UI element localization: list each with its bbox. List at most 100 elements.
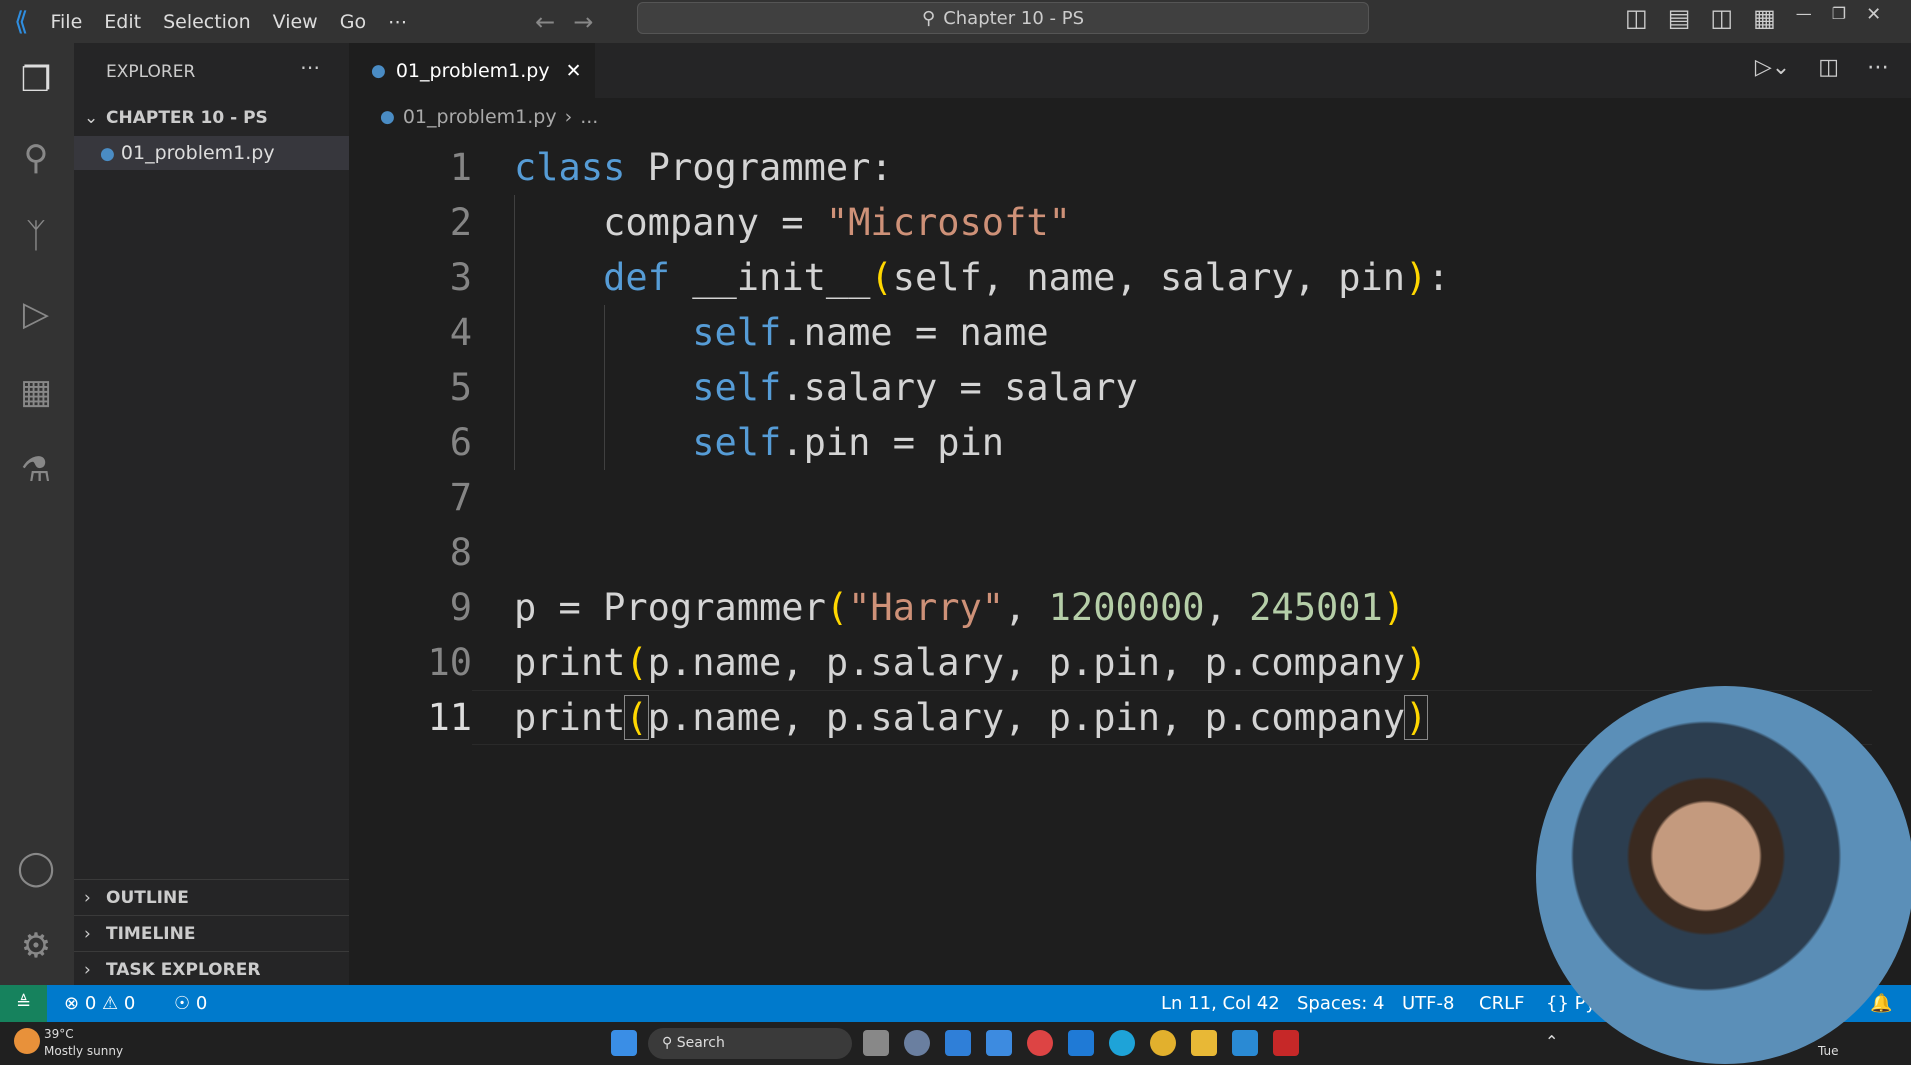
breadcrumb: ● 01_problem1.py › ... <box>380 98 598 136</box>
command-center-search[interactable]: ⚲ Chapter 10 - PS <box>637 2 1369 34</box>
file-explorer-icon[interactable] <box>1191 1030 1217 1056</box>
explorer-icon[interactable]: ❐ <box>14 58 58 102</box>
restore-icon[interactable]: ❐ <box>1832 4 1846 32</box>
vscode-taskbar-icon[interactable] <box>1232 1030 1258 1056</box>
acrobat-icon[interactable] <box>1273 1030 1299 1056</box>
code-line[interactable]: def __init__(self, name, salary, pin): <box>514 250 1450 305</box>
more-actions-icon[interactable]: ⋯ <box>1867 55 1889 80</box>
code-line[interactable]: class Programmer: <box>514 140 893 195</box>
tray-chevron-icon[interactable]: ⌃ <box>1545 1032 1558 1051</box>
folder-name: CHAPTER 10 - PS <box>106 108 268 128</box>
close-icon[interactable]: ✕ <box>566 60 582 82</box>
folder-header[interactable]: ⌄ CHAPTER 10 - PS <box>74 103 349 133</box>
section-timeline[interactable]: › TIMELINE <box>74 915 349 951</box>
section-label: TASK EXPLORER <box>106 960 261 980</box>
layout-controls: ◫ ▤ ◫ ▦ — ❐ ✕ <box>1625 4 1881 32</box>
code-token: 1200000 <box>1048 586 1205 629</box>
toggle-sidebar-icon[interactable]: ◫ <box>1625 4 1648 32</box>
problems-indicator[interactable]: ⊗ 0 ⚠ 0 <box>64 985 135 1022</box>
ports-count: 0 <box>195 993 208 1014</box>
testing-icon[interactable]: ⚗ <box>14 448 58 492</box>
customize-layout-icon[interactable]: ▦ <box>1753 4 1776 32</box>
code-token: print <box>514 641 626 684</box>
breadcrumb-more[interactable]: ... <box>580 106 598 128</box>
code-line[interactable]: p = Programmer("Harry", 1200000, 245001) <box>514 580 1405 635</box>
line-ending[interactable]: CRLF <box>1479 985 1524 1022</box>
line-number: 7 <box>449 476 472 519</box>
menu-more[interactable]: ⋯ <box>388 11 407 33</box>
minimize-icon[interactable]: — <box>1796 4 1812 32</box>
chrome-profile-icon[interactable] <box>1150 1030 1176 1056</box>
menu-go[interactable]: Go <box>340 11 366 33</box>
weather-desc[interactable]: Mostly sunny <box>44 1044 123 1058</box>
source-control-icon[interactable]: ᛉ <box>14 214 58 258</box>
chevron-right-icon: › <box>84 888 91 908</box>
sidebar: EXPLORER ⋯ ⌄ CHAPTER 10 - PS ● 01_proble… <box>74 43 349 985</box>
code-line[interactable]: self.salary = salary <box>514 360 1138 415</box>
edge-icon[interactable] <box>1109 1030 1135 1056</box>
breadcrumb-file[interactable]: 01_problem1.py <box>403 106 557 128</box>
warning-count: 0 <box>123 993 136 1014</box>
toggle-secondary-sidebar-icon[interactable]: ◫ <box>1710 4 1733 32</box>
run-debug-icon[interactable]: ▷ <box>14 292 58 336</box>
line-number: 10 <box>427 641 472 684</box>
menu-file[interactable]: File <box>50 11 82 33</box>
indentation[interactable]: Spaces: 4 <box>1297 985 1384 1022</box>
tab-label: 01_problem1.py <box>395 59 550 82</box>
ports-indicator[interactable]: ☉ 0 <box>174 985 207 1022</box>
back-arrow-icon[interactable]: ← <box>535 8 555 36</box>
toggle-panel-icon[interactable]: ▤ <box>1668 4 1691 32</box>
menu-view[interactable]: View <box>273 11 318 33</box>
code-line[interactable]: print(p.name, p.salary, p.pin, p.company… <box>514 690 1429 745</box>
weather-temp[interactable]: 39°C <box>44 1027 74 1041</box>
code-token: 245001 <box>1249 586 1383 629</box>
section-task-explorer[interactable]: › TASK EXPLORER <box>74 951 349 987</box>
search-icon[interactable]: ⚲ <box>14 136 58 180</box>
line-number: 4 <box>449 311 472 354</box>
code-token: .pin = pin <box>781 421 1005 464</box>
file-item[interactable]: ● 01_problem1.py <box>74 136 349 170</box>
code-line[interactable]: self.name = name <box>514 305 1049 360</box>
encoding[interactable]: UTF-8 <box>1402 985 1454 1022</box>
gear-icon[interactable]: ⚙ <box>14 924 58 968</box>
account-icon[interactable]: ◯ <box>14 846 58 890</box>
chrome-icon[interactable] <box>1027 1030 1053 1056</box>
close-window-icon[interactable]: ✕ <box>1866 4 1881 32</box>
menu-selection[interactable]: Selection <box>163 11 251 33</box>
code-token: ) <box>1382 586 1406 629</box>
extensions-icon[interactable]: ▦ <box>14 370 58 414</box>
line-number: 3 <box>449 256 472 299</box>
todo-app-icon[interactable] <box>986 1030 1012 1056</box>
more-actions-icon[interactable]: ⋯ <box>300 55 320 79</box>
chevron-right-icon: › <box>84 960 91 980</box>
code-token: company = <box>514 201 826 244</box>
webcam-overlay <box>1536 686 1911 1064</box>
skype-icon[interactable] <box>1068 1030 1094 1056</box>
code-token: ( <box>625 641 648 684</box>
code-token: class <box>514 146 626 189</box>
code-token: .name = name <box>781 311 1049 354</box>
code-token: : <box>1427 256 1450 299</box>
explorer-title: EXPLORER <box>106 62 196 82</box>
settings-app-icon[interactable] <box>904 1030 930 1056</box>
code-token: print <box>514 696 626 739</box>
remote-icon[interactable]: ≜ <box>0 985 47 1022</box>
forward-arrow-icon[interactable]: → <box>573 8 593 36</box>
run-icon[interactable]: ▷⌄ <box>1755 55 1790 80</box>
section-outline[interactable]: › OUTLINE <box>74 879 349 915</box>
taskbar-search[interactable]: ⚲ Search <box>648 1028 852 1059</box>
code-line[interactable]: print(p.name, p.salary, p.pin, p.company… <box>514 635 1427 690</box>
clock-day[interactable]: Tue <box>1818 1044 1839 1058</box>
cursor-position[interactable]: Ln 11, Col 42 <box>1161 985 1280 1022</box>
calendar-app-icon[interactable] <box>945 1030 971 1056</box>
menu-edit[interactable]: Edit <box>104 11 141 33</box>
windows-start-icon[interactable] <box>611 1030 637 1056</box>
code-token: self <box>692 421 782 464</box>
code-line[interactable]: self.pin = pin <box>514 415 1004 470</box>
task-view-icon[interactable] <box>863 1030 889 1056</box>
tab-01-problem1[interactable]: ● 01_problem1.py ✕ <box>349 43 595 98</box>
code-line[interactable]: company = "Microsoft" <box>514 195 1071 250</box>
split-editor-icon[interactable]: ◫ <box>1818 55 1839 80</box>
vscode-logo-icon: ⟪ <box>14 6 29 37</box>
